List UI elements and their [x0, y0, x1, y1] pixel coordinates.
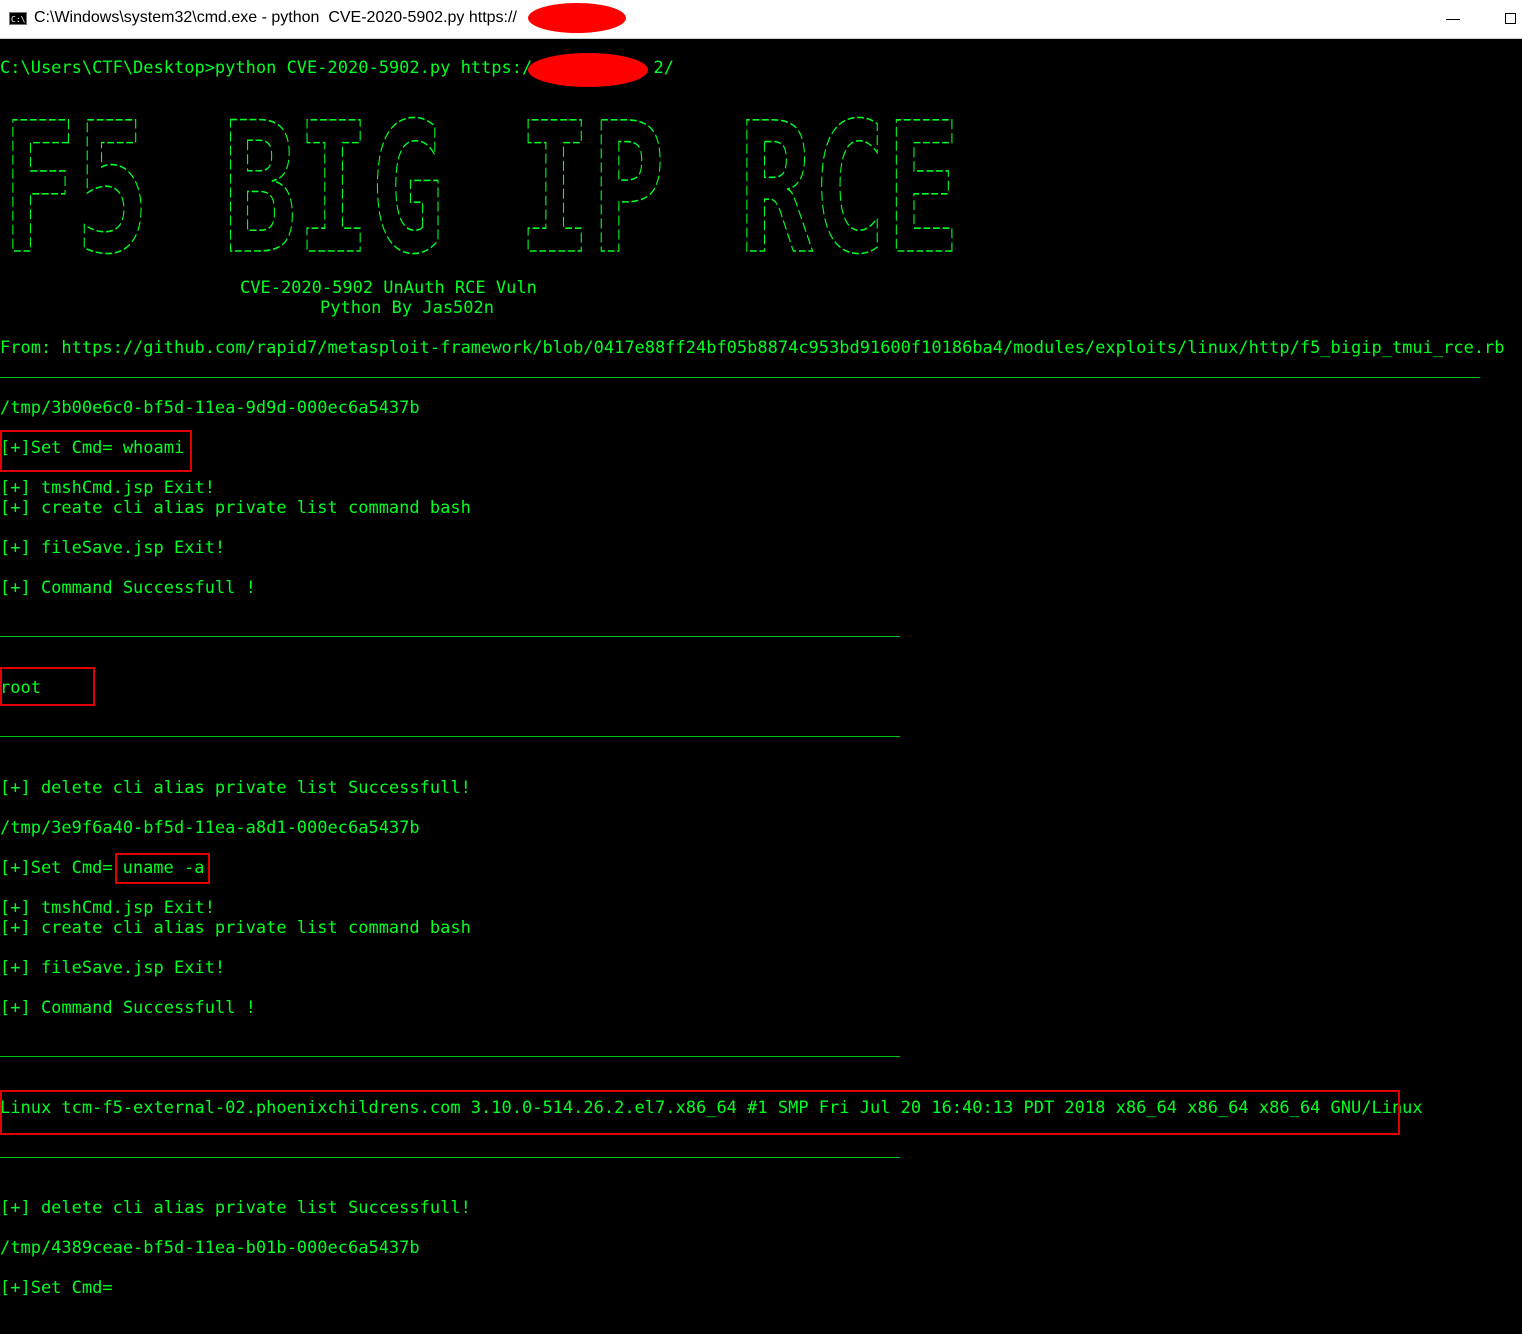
tmp-path-2: /tmp/3e9f6a40-bf5d-11ea-a8d1-000ec6a5437… [0, 818, 420, 838]
source-url-line: From: https://github.com/rapid7/metasplo… [0, 338, 1505, 358]
highlight-box-whoami [0, 430, 192, 472]
tmsh-status-2: [+] tmshCmd.jsp Exit! [0, 898, 215, 918]
window-title-text: C:\Windows\system32\cmd.exe - python CVE… [34, 9, 517, 26]
set-cmd-prefix: [+]Set Cmd= [0, 858, 113, 878]
highlight-box-uname [115, 853, 210, 884]
banner-text: F5 BIG IP RCE [2, 116, 960, 261]
filesave-status-2: [+] fileSave.jsp Exit! [0, 958, 226, 978]
cmd-app-icon[interactable]: C:\ [9, 12, 27, 25]
separator-line [0, 636, 900, 637]
subtitle-author: Python By Jas502n [320, 298, 494, 318]
highlight-box-uname-result [0, 1090, 1400, 1135]
separator-line [0, 1056, 900, 1057]
maximize-icon [1505, 13, 1516, 24]
delete-alias-1: [+] delete cli alias private list Succes… [0, 778, 471, 798]
separator-line [0, 736, 900, 737]
minimize-icon [1446, 19, 1460, 20]
title-redaction-mark [528, 3, 626, 33]
tmp-path-3: /tmp/4389ceae-bf5d-11ea-b01b-000ec6a5437… [0, 1238, 420, 1258]
set-cmd-prompt[interactable]: [+]Set Cmd= [0, 1278, 113, 1298]
create-alias-2: [+] create cli alias private list comman… [0, 918, 471, 938]
separator-line [0, 377, 1480, 378]
command-success-1: [+] Command Successfull ! [0, 578, 256, 598]
minimize-button[interactable] [1438, 6, 1468, 32]
prompt-text: C:\Users\CTF\Desktop>python CVE-2020-590… [0, 58, 543, 78]
delete-alias-2: [+] delete cli alias private list Succes… [0, 1198, 471, 1218]
create-alias-1: [+] create cli alias private list comman… [0, 498, 471, 518]
prompt-url-suffix: 2/ [653, 58, 674, 78]
f5-bigip-rce-banner: F5 BIG IP RCE [1, 116, 961, 261]
separator-line [0, 1157, 900, 1158]
subtitle-vuln: CVE-2020-5902 UnAuth RCE Vuln [240, 278, 537, 298]
command-success-2: [+] Command Successfull ! [0, 998, 256, 1018]
tmp-path-1: /tmp/3b00e6c0-bf5d-11ea-9d9d-000ec6a5437… [0, 398, 420, 418]
highlight-box-root [0, 667, 95, 706]
prompt-redaction-mark [528, 53, 648, 87]
console-output[interactable]: C:\Users\CTF\Desktop>python CVE-2020-590… [0, 38, 1522, 1334]
maximize-button[interactable] [1496, 6, 1522, 32]
title-bar: C:\ C:\Windows\system32\cmd.exe - python… [0, 0, 1522, 39]
tmsh-status-1: [+] tmshCmd.jsp Exit! [0, 478, 215, 498]
filesave-status-1: [+] fileSave.jsp Exit! [0, 538, 226, 558]
